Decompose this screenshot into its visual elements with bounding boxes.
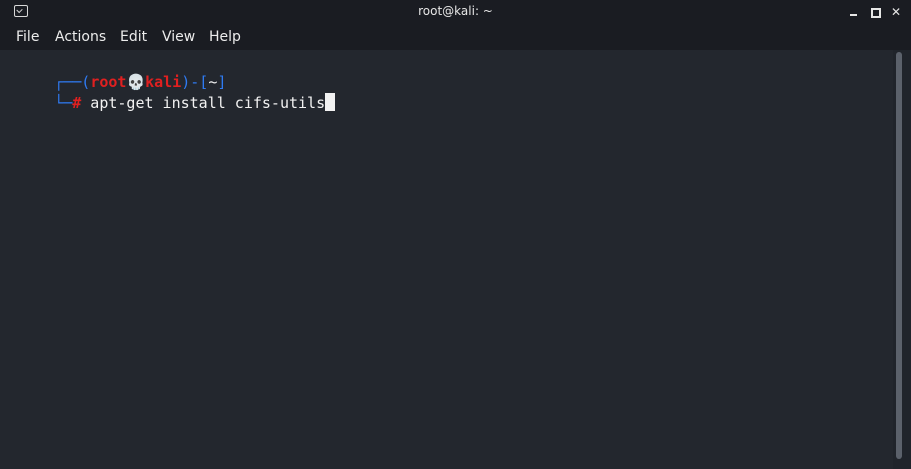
title-bar: root@kali: ~ ✕ — [0, 0, 911, 24]
terminal-window: root@kali: ~ ✕ File Actions Edit View He… — [0, 0, 911, 469]
close-button[interactable]: ✕ — [888, 4, 904, 20]
minimize-button[interactable] — [846, 4, 862, 20]
command-text: apt-get install cifs-utils — [81, 94, 326, 112]
menu-help[interactable]: Help — [209, 29, 241, 45]
prompt-symbol: # — [72, 94, 82, 112]
menu-actions[interactable]: Actions — [55, 29, 106, 45]
vertical-scrollbar[interactable] — [893, 50, 911, 469]
maximize-button[interactable] — [867, 4, 883, 20]
menu-view[interactable]: View — [162, 29, 195, 45]
prompt-line2-prefix: └─ — [54, 94, 73, 112]
menu-bar: File Actions Edit View Help — [0, 24, 911, 51]
menu-file[interactable]: File — [16, 29, 39, 45]
close-icon: ✕ — [890, 5, 902, 19]
scrollbar-thumb[interactable] — [896, 52, 902, 459]
terminal-output[interactable]: ┌──(root💀kali)-[~] └─# apt-get install c… — [0, 50, 893, 469]
command-line: └─# apt-get install cifs-utils — [0, 75, 336, 130]
window-title: root@kali: ~ — [418, 4, 493, 18]
text-cursor — [325, 93, 336, 111]
menu-edit[interactable]: Edit — [120, 29, 147, 45]
